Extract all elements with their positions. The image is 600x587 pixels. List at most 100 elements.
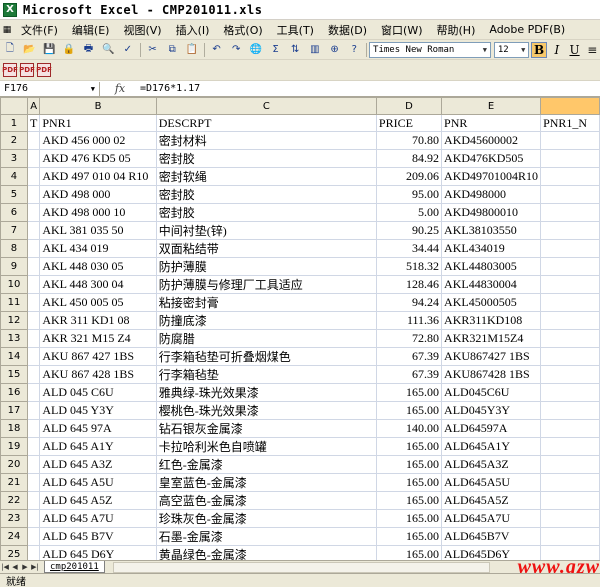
cell-e[interactable]: ALD645B7V	[441, 527, 542, 546]
row-header[interactable]: 17	[0, 401, 28, 420]
prev-sheet-icon[interactable]: ◀	[10, 563, 20, 571]
new-icon[interactable]: 🗋	[1, 41, 19, 59]
cell-d[interactable]: 70.80	[375, 131, 443, 150]
cell-d[interactable]: 94.24	[375, 293, 443, 312]
cell-b[interactable]: ALD 645 A5U	[39, 473, 157, 492]
cell-a[interactable]	[26, 383, 41, 402]
excel-icon[interactable]: X	[3, 2, 17, 17]
column-header-e[interactable]: E	[441, 97, 542, 115]
align-left-icon[interactable]: ≡	[584, 42, 600, 58]
cell-c[interactable]: 雅典绿-珠光效果漆	[155, 383, 377, 402]
cell-f[interactable]	[540, 203, 600, 222]
row-header[interactable]: 22	[0, 491, 28, 510]
menu-data[interactable]: 数据(D)	[321, 22, 374, 38]
cell-a[interactable]	[26, 275, 41, 294]
row-header[interactable]: 7	[0, 221, 28, 240]
cell-f[interactable]	[540, 365, 600, 384]
cell-e[interactable]: AKL44830004	[441, 275, 542, 294]
cell-a[interactable]	[26, 293, 41, 312]
cell-c[interactable]: 双面粘结带	[155, 239, 377, 258]
print-icon[interactable]: 🖶	[80, 41, 98, 59]
cell-e[interactable]: AKD45600002	[441, 131, 542, 150]
cell-b[interactable]: AKD 497 010 04 R10	[39, 167, 157, 186]
cell-d[interactable]: 128.46	[375, 275, 443, 294]
menu-format[interactable]: 格式(O)	[216, 22, 269, 38]
row-header[interactable]: 5	[0, 185, 28, 204]
cell-d[interactable]: 165.00	[375, 455, 443, 474]
cell-b[interactable]: AKR 311 KD1 08	[39, 311, 157, 330]
row-header[interactable]: 11	[0, 293, 28, 312]
cell-f[interactable]	[540, 257, 600, 276]
pdf-review-icon[interactable]: PDF	[36, 63, 52, 77]
cell-d[interactable]: 518.32	[375, 257, 443, 276]
cell-c[interactable]: 密封胶	[155, 203, 377, 222]
cell-d[interactable]: 140.00	[375, 419, 443, 438]
cell-a[interactable]	[26, 257, 41, 276]
cell-d[interactable]: 165.00	[375, 527, 443, 546]
cell-f[interactable]	[540, 347, 600, 366]
cell-d[interactable]: 90.25	[375, 221, 443, 240]
cell-f[interactable]	[540, 473, 600, 492]
cell-e[interactable]: AKU867427 1BS	[441, 347, 542, 366]
cell-a[interactable]	[26, 221, 41, 240]
cell-b[interactable]: ALD 645 D6Y	[39, 545, 157, 560]
cell-a[interactable]	[26, 347, 41, 366]
cell-f[interactable]	[540, 329, 600, 348]
help-icon[interactable]: ?	[345, 41, 363, 59]
cell-b[interactable]: AKL 450 005 05	[39, 293, 157, 312]
undo-icon[interactable]: ↶	[208, 41, 226, 59]
row-header[interactable]: 16	[0, 383, 28, 402]
cell-a[interactable]	[26, 455, 41, 474]
column-header-a[interactable]: A	[26, 97, 41, 115]
cell-a[interactable]	[26, 131, 41, 150]
cell-e[interactable]: AKD498000	[441, 185, 542, 204]
cell-d[interactable]: 5.00	[375, 203, 443, 222]
italic-button[interactable]: I	[549, 42, 565, 58]
cell-d[interactable]: 165.00	[375, 473, 443, 492]
row-header[interactable]: 1	[0, 114, 28, 132]
row-header[interactable]: 25	[0, 545, 28, 560]
row-header[interactable]: 13	[0, 329, 28, 348]
cell-b[interactable]: ALD 645 B7V	[39, 527, 157, 546]
cell-c[interactable]: 行李箱毡垫可折叠烟煤色	[155, 347, 377, 366]
permission-icon[interactable]: 🔒	[60, 41, 78, 59]
underline-button[interactable]: U	[567, 42, 583, 58]
cell-a[interactable]	[26, 329, 41, 348]
cell-e[interactable]: PNR	[441, 114, 542, 132]
column-header-c[interactable]: C	[155, 97, 377, 115]
cell-d[interactable]: 67.39	[375, 347, 443, 366]
first-sheet-icon[interactable]: |◀	[0, 563, 10, 571]
cell-a[interactable]	[26, 203, 41, 222]
convert-to-pdf-icon[interactable]: PDF	[2, 63, 18, 77]
cell-e[interactable]: ALD645A1Y	[441, 437, 542, 456]
bold-button[interactable]: B	[531, 41, 547, 58]
cell-e[interactable]: AKL38103550	[441, 221, 542, 240]
paste-icon[interactable]: 📋	[183, 41, 201, 59]
menu-edit[interactable]: 编辑(E)	[65, 22, 117, 38]
cell-f[interactable]	[540, 221, 600, 240]
row-header[interactable]: 19	[0, 437, 28, 456]
row-header[interactable]: 20	[0, 455, 28, 474]
cell-e[interactable]: ALD045C6U	[441, 383, 542, 402]
cell-f[interactable]	[540, 311, 600, 330]
cell-e[interactable]: AKL45000505	[441, 293, 542, 312]
font-size-select[interactable]: 12 ▼	[493, 41, 530, 58]
cell-d[interactable]: 67.39	[375, 365, 443, 384]
cell-c[interactable]: 防护薄膜	[155, 257, 377, 276]
cell-f[interactable]: PNR1_N	[540, 114, 600, 132]
cell-c[interactable]: 粘接密封膏	[155, 293, 377, 312]
cell-a[interactable]	[26, 437, 41, 456]
cell-b[interactable]: ALD 045 C6U	[39, 383, 157, 402]
cell-f[interactable]	[540, 401, 600, 420]
cell-c[interactable]: 密封胶	[155, 185, 377, 204]
column-header-d[interactable]: D	[375, 97, 443, 115]
save-icon[interactable]: 💾	[40, 41, 58, 59]
horizontal-scrollbar[interactable]	[112, 561, 490, 573]
cell-d[interactable]: 111.36	[375, 311, 443, 330]
cell-b[interactable]: ALD 645 97A	[39, 419, 157, 438]
next-sheet-icon[interactable]: ▶	[20, 563, 30, 571]
cell-f[interactable]	[540, 239, 600, 258]
cell-d[interactable]: 165.00	[375, 509, 443, 528]
cell-d[interactable]: 34.44	[375, 239, 443, 258]
cell-c[interactable]: 卡拉哈利米色自喷罐	[155, 437, 377, 456]
